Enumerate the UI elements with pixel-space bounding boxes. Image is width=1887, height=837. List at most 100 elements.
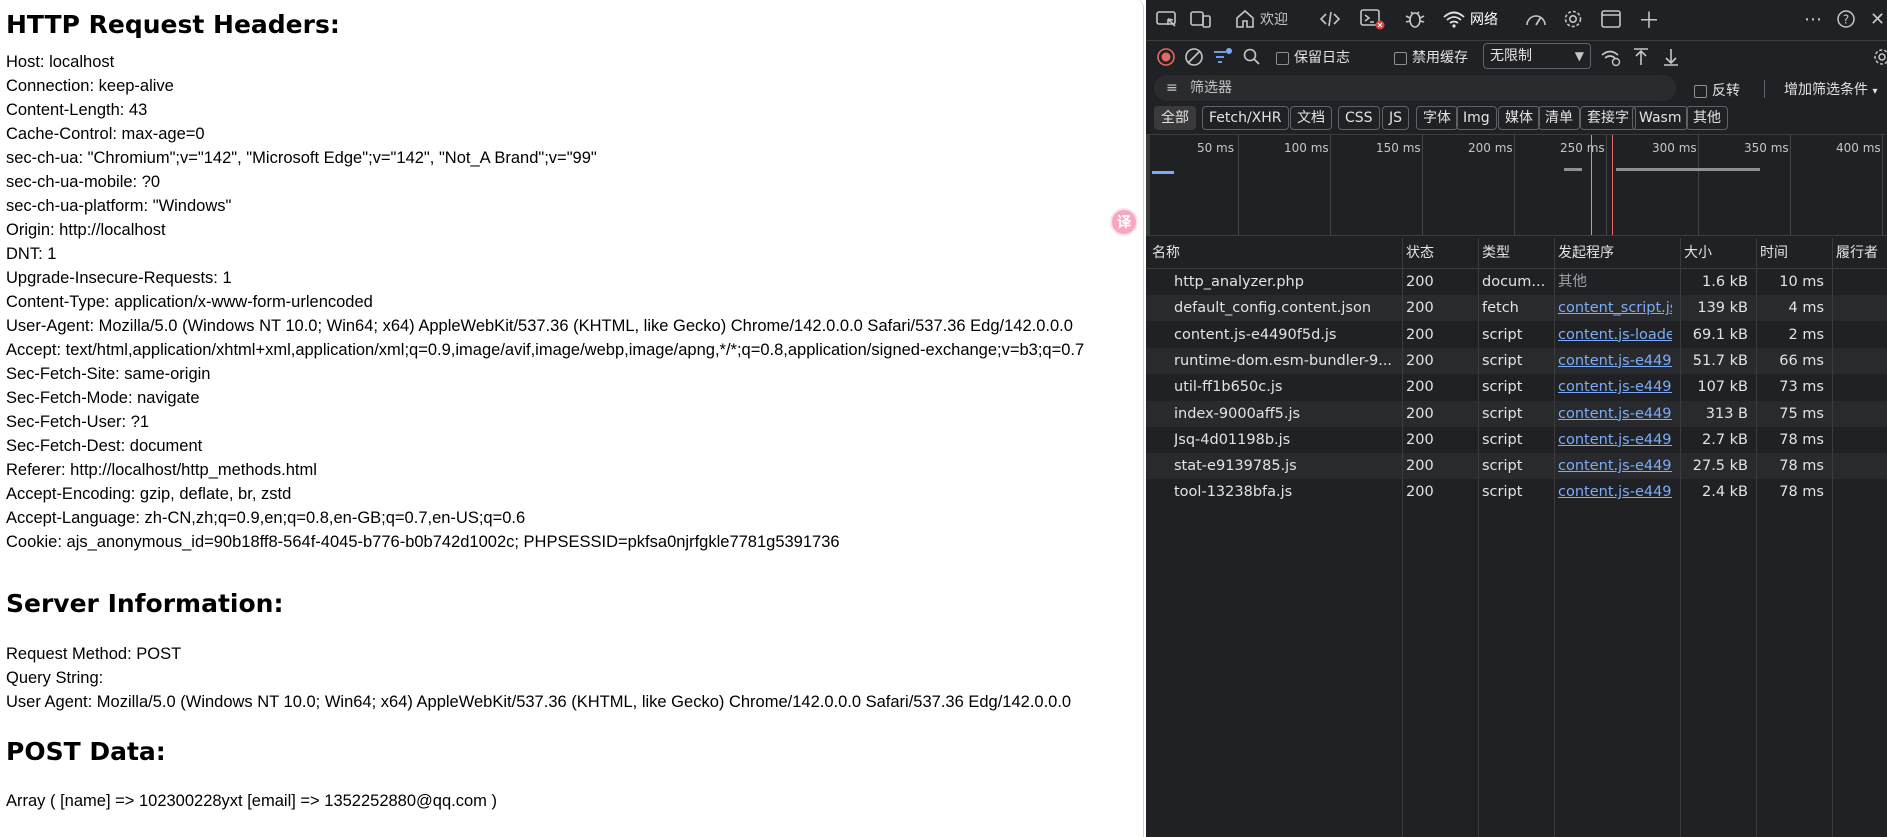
header-line: Cache-Control: max-age=0: [6, 125, 205, 143]
header-line: DNT: 1: [6, 245, 57, 263]
header-line: Accept-Encoding: gzip, deflate, br, zstd: [6, 485, 292, 503]
table-row[interactable]: http_analyzer.php 200 docum... 其他 1.6 kB 10 m…: [1146, 269, 1887, 295]
resource-type-filters: 全部 Fetch/XHR 文档 CSS JS 字体 Img 媒体 清单 套接字 Wasm 其他: [1146, 106, 1887, 132]
clear-icon[interactable]: [1184, 47, 1204, 67]
post-data-line: Array ( [name] => 102300228yxt [email] =…: [6, 792, 497, 810]
filter-chip[interactable]: Img: [1456, 106, 1497, 130]
column-header[interactable]: 时间: [1760, 238, 1828, 268]
filter-chip[interactable]: JS: [1382, 106, 1410, 130]
network-conditions-icon[interactable]: [1600, 47, 1622, 67]
column-header[interactable]: 大小: [1684, 238, 1752, 268]
cell-status: 200: [1406, 379, 1434, 396]
header-line: Origin: http://localhost: [6, 221, 166, 239]
cell-initiator[interactable]: content.js-e4490: [1558, 348, 1672, 374]
column-header[interactable]: 状态: [1406, 238, 1474, 268]
elements-tab-icon[interactable]: [1318, 6, 1342, 32]
cell-status: 200: [1406, 458, 1434, 475]
post-data-heading: POST Data:: [6, 737, 166, 766]
column-divider: [1478, 238, 1479, 837]
filter-chip[interactable]: 媒体: [1498, 106, 1540, 130]
cell-time: 4 ms: [1788, 300, 1824, 317]
translate-icon[interactable]: 译: [1110, 208, 1138, 236]
timeline-tick-label: 50 ms: [1196, 141, 1234, 155]
disable-cache-checkbox[interactable]: 禁用缓存: [1394, 47, 1468, 67]
filter-chip[interactable]: Wasm: [1632, 106, 1689, 130]
record-icon[interactable]: [1156, 47, 1176, 67]
table-row[interactable]: runtime-dom.esm-bundler-9... 200 script con…: [1146, 347, 1887, 374]
cell-status: 200: [1406, 274, 1434, 290]
table-row[interactable]: index-9000aff5.js 200 script content.js-e44…: [1146, 400, 1887, 427]
throttle-value: 无限制: [1490, 48, 1532, 64]
table-row[interactable]: util-ff1b650c.js 200 script content.js-e449…: [1146, 374, 1887, 400]
timeline-bar: [1564, 168, 1582, 171]
cell-initiator[interactable]: content.js-e4490: [1558, 401, 1672, 427]
tab-welcome[interactable]: 欢迎: [1234, 6, 1288, 32]
column-header[interactable]: 名称: [1152, 238, 1398, 268]
header-line: Content-Length: 43: [6, 101, 148, 119]
sources-bug-icon[interactable]: [1404, 6, 1426, 32]
server-info-line: User Agent: Mozilla/5.0 (Windows NT 10.0…: [6, 693, 1072, 711]
filter-chip[interactable]: 套接字: [1580, 106, 1636, 130]
network-toolbar: 保留日志 禁用缓存 无限制 ▼: [1146, 40, 1887, 70]
cell-initiator[interactable]: content.js-e4490: [1558, 427, 1672, 453]
cell-initiator[interactable]: content.js-e4490: [1558, 479, 1672, 505]
export-har-icon[interactable]: [1662, 47, 1680, 67]
header-line: Sec-Fetch-Site: same-origin: [6, 365, 211, 383]
header-line: Referer: http://localhost/http_methods.h…: [6, 461, 317, 479]
tab-network[interactable]: 网络: [1442, 6, 1498, 32]
column-divider: [1680, 238, 1681, 837]
filter-chip[interactable]: 文档: [1290, 106, 1332, 130]
settings-gear-icon[interactable]: [1562, 6, 1584, 32]
cell-type: fetch: [1482, 300, 1519, 317]
cell-name: http_analyzer.php: [1174, 274, 1304, 290]
filter-chip[interactable]: 其他: [1686, 106, 1728, 130]
cell-initiator[interactable]: content.js-e4490: [1558, 453, 1672, 479]
header-line: sec-ch-ua-mobile: ?0: [6, 173, 161, 191]
timeline-tick-label: 200 ms: [1468, 141, 1513, 155]
server-info-line: Request Method: POST: [6, 645, 182, 663]
filter-placeholder: 筛选器: [1190, 80, 1232, 96]
filter-chip[interactable]: Fetch/XHR: [1202, 106, 1289, 130]
table-row[interactable]: stat-e9139785.js 200 script content.js-e449…: [1146, 453, 1887, 480]
network-settings-gear-icon[interactable]: [1872, 47, 1887, 67]
cell-size: 2.7 kB: [1701, 431, 1748, 448]
cell-name: util-ff1b650c.js: [1174, 379, 1283, 396]
import-har-icon[interactable]: [1632, 47, 1650, 67]
cell-status: 200: [1406, 326, 1434, 343]
console-tab-icon[interactable]: [1360, 6, 1386, 32]
load-marker: [1612, 135, 1613, 235]
application-panel-icon[interactable]: [1600, 6, 1622, 32]
filter-chip[interactable]: 字体: [1416, 106, 1458, 130]
inspect-element-icon[interactable]: [1156, 6, 1178, 32]
selection-handle[interactable]: [1146, 135, 1150, 235]
table-row[interactable]: default_config.content.json 200 fetch conte…: [1146, 295, 1887, 322]
cell-initiator[interactable]: content.js-e4490: [1558, 374, 1672, 400]
filter-chip[interactable]: CSS: [1338, 106, 1380, 130]
search-icon[interactable]: [1242, 47, 1262, 67]
more-options-icon[interactable]: ⋯: [1804, 6, 1822, 32]
performance-icon[interactable]: [1524, 6, 1548, 32]
cell-initiator[interactable]: content_script.js:: [1558, 295, 1672, 321]
device-emulation-icon[interactable]: [1190, 6, 1212, 32]
invert-checkbox[interactable]: 反转: [1694, 80, 1740, 100]
close-icon[interactable]: ✕: [1870, 6, 1885, 32]
filter-chip[interactable]: 全部: [1154, 106, 1196, 130]
filter-input[interactable]: ≡ 筛选器: [1154, 75, 1676, 101]
filter-chip[interactable]: 清单: [1538, 106, 1580, 130]
help-icon[interactable]: ?: [1836, 6, 1856, 32]
table-row[interactable]: content.js-e4490f5d.js 200 script content.j…: [1146, 322, 1887, 348]
cell-size: 51.7 kB: [1692, 352, 1748, 369]
column-header[interactable]: 类型: [1482, 238, 1550, 268]
column-header[interactable]: 发起程序: [1558, 238, 1676, 268]
table-row[interactable]: tool-13238bfa.js 200 script content.js-e449…: [1146, 479, 1887, 505]
table-row[interactable]: Jsq-4d01198b.js 200 script content.js-e4490…: [1146, 427, 1887, 453]
more-filters-dropdown[interactable]: 增加筛选条件 ▾: [1784, 79, 1877, 99]
cell-time: 75 ms: [1779, 405, 1824, 422]
cell-initiator[interactable]: content.js-loader: [1558, 322, 1672, 348]
column-header[interactable]: 履行者: [1836, 238, 1887, 268]
throttle-select[interactable]: 无限制 ▼: [1483, 43, 1591, 69]
preserve-log-checkbox[interactable]: 保留日志: [1276, 47, 1350, 67]
add-tab-icon[interactable]: ＋: [1638, 6, 1660, 34]
cell-type: docum...: [1482, 274, 1546, 290]
filter-settings-icon[interactable]: [1212, 46, 1234, 68]
